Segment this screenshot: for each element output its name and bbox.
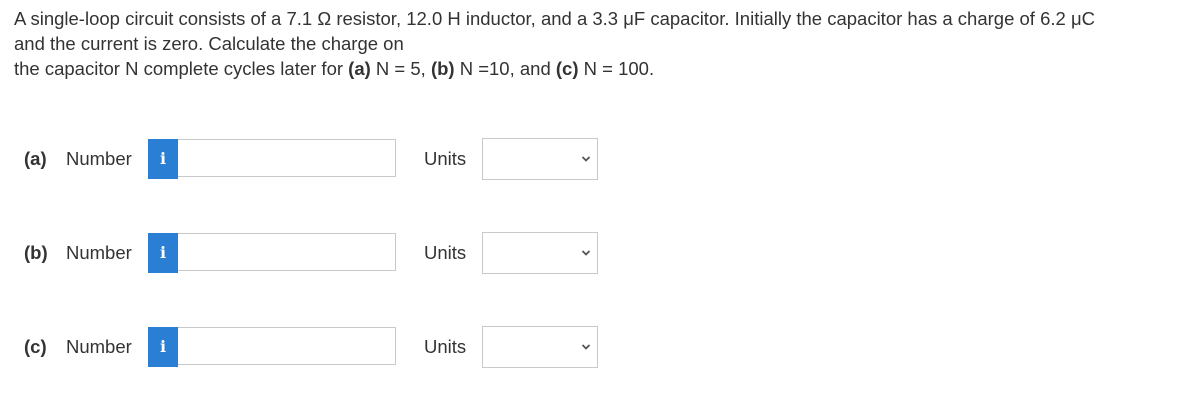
- part-label: (c): [24, 336, 47, 357]
- question-line-3: the capacitor N complete cycles later fo…: [14, 56, 1174, 81]
- part-c-text: N = 100.: [578, 58, 655, 79]
- info-icon[interactable]: i: [148, 233, 178, 273]
- number-label: Number: [66, 148, 132, 169]
- part-b-text: N =10, and: [454, 58, 556, 79]
- number-input-c[interactable]: [178, 327, 396, 365]
- question-text: A single-loop circuit consists of a 7.1 …: [14, 6, 1174, 81]
- part-a-tag: (a): [348, 58, 371, 79]
- number-input-a[interactable]: [178, 139, 396, 177]
- info-icon[interactable]: i: [148, 327, 178, 367]
- chevron-down-icon: [581, 156, 591, 162]
- part-label: (b): [24, 242, 48, 263]
- units-select-b[interactable]: [482, 232, 598, 274]
- answer-row-a: (a) Number i Units: [24, 138, 604, 180]
- part-b-tag: (b): [430, 58, 455, 79]
- units-label: Units: [424, 242, 467, 263]
- units-label: Units: [424, 336, 467, 357]
- units-select-c[interactable]: [482, 326, 598, 368]
- answer-row-c: (c) Number i Units: [24, 326, 604, 368]
- question-line-1: A single-loop circuit consists of a 7.1 …: [14, 8, 1095, 29]
- number-label: Number: [66, 336, 132, 357]
- number-label: Number: [66, 242, 132, 263]
- part-a-text: N = 5,: [370, 58, 431, 79]
- number-input-b[interactable]: [178, 233, 396, 271]
- chevron-down-icon: [581, 344, 591, 350]
- part-label: (a): [24, 148, 47, 169]
- question-line-3-text: the capacitor N complete cycles later fo…: [14, 58, 349, 79]
- units-label: Units: [424, 148, 467, 169]
- info-icon[interactable]: i: [148, 139, 178, 179]
- part-c-tag: (c): [555, 58, 579, 79]
- question-line-2: and the current is zero. Calculate the c…: [14, 33, 404, 54]
- units-select-a[interactable]: [482, 138, 598, 180]
- chevron-down-icon: [581, 250, 591, 256]
- answer-row-b: (b) Number i Units: [24, 232, 604, 274]
